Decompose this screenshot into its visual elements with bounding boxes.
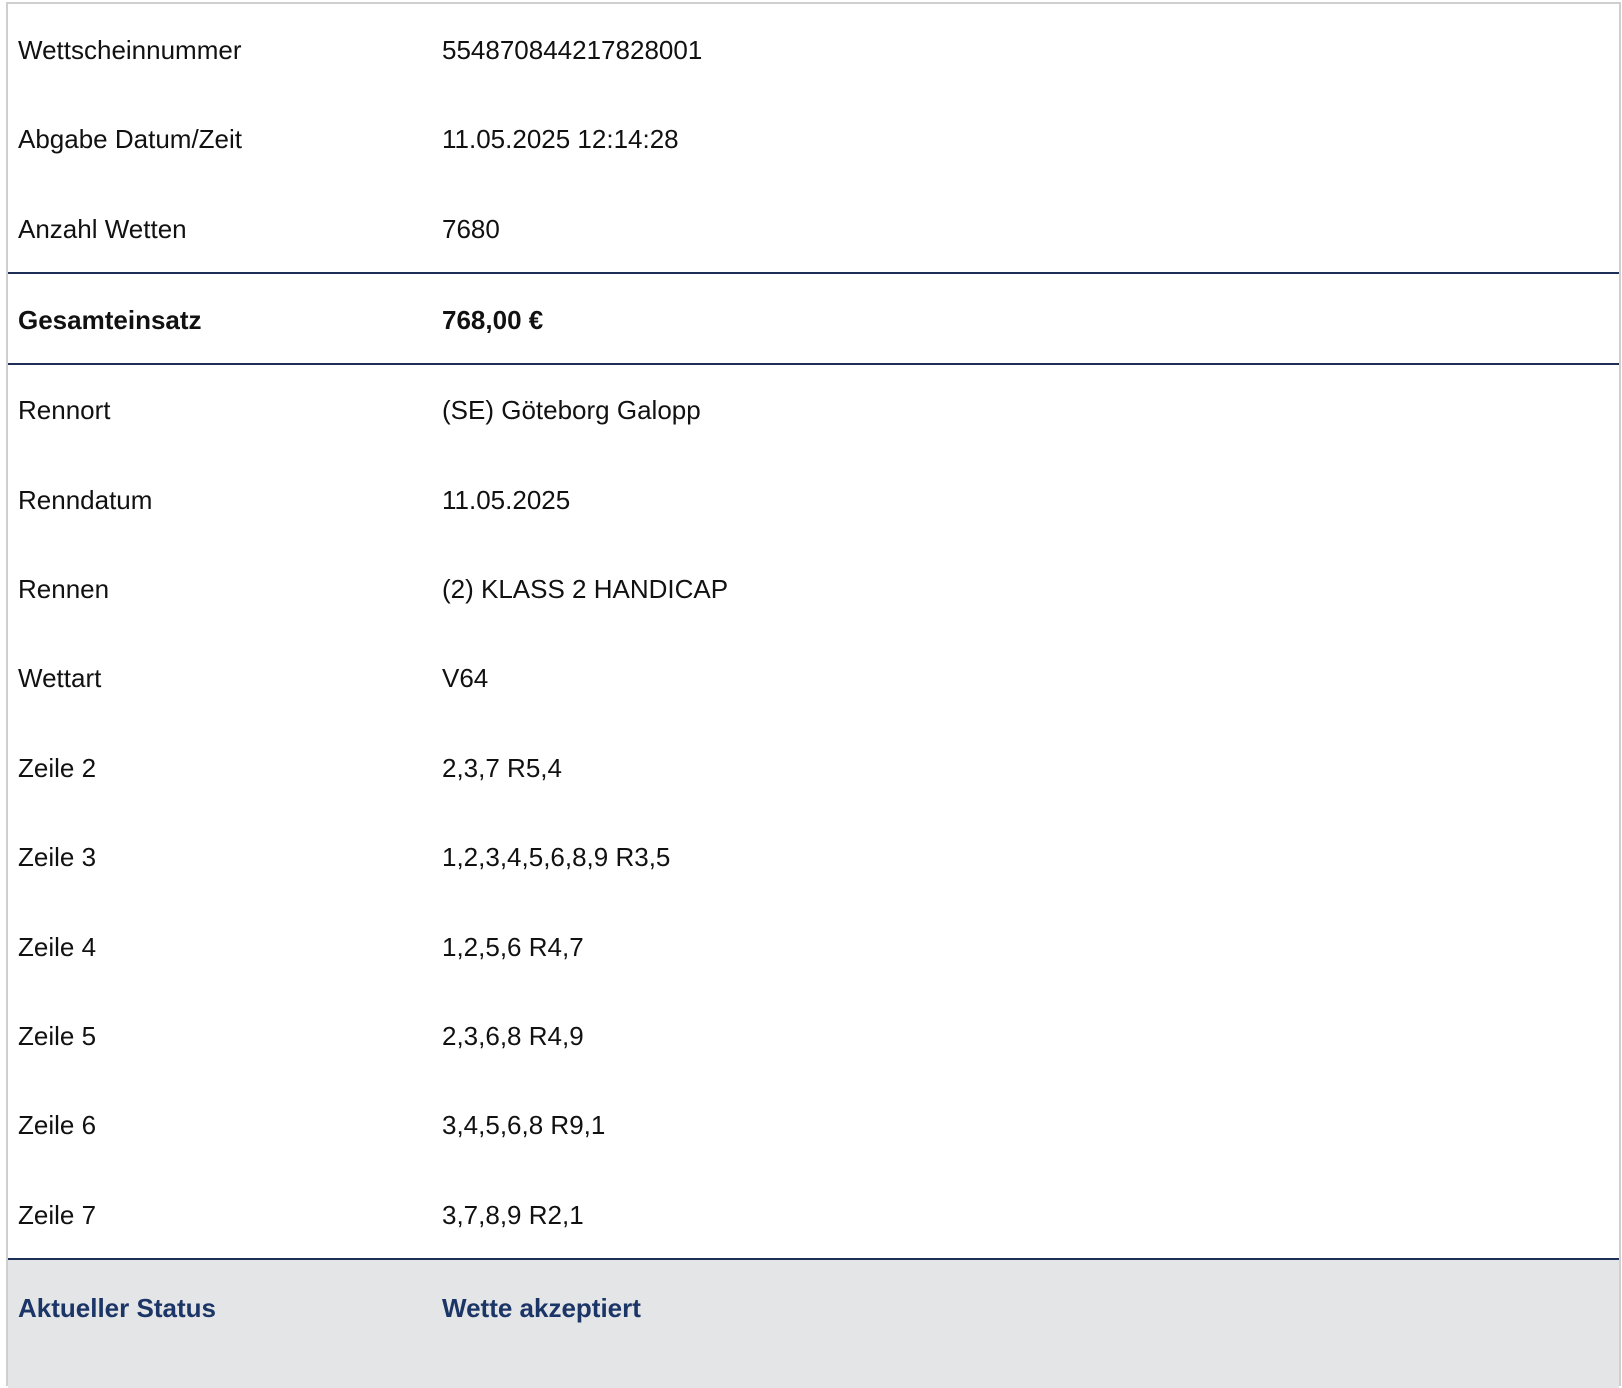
ticket-number-label: Wettscheinnummer (18, 35, 242, 65)
divider (8, 363, 1619, 365)
line-value: 1,2,5,6 R4,7 (442, 932, 584, 962)
race-row: Rennen (2) KLASS 2 HANDICAP (8, 571, 1619, 607)
bet-type-row: Wettart V64 (8, 660, 1619, 696)
venue-row: Rennort (SE) Göteborg Galopp (8, 392, 1619, 428)
line-label: Zeile 6 (18, 1110, 97, 1140)
race-date-value: 11.05.2025 (442, 485, 571, 515)
bet-receipt: Wettscheinnummer 554870844217828001 Abga… (6, 2, 1621, 1388)
line-label: Zeile 7 (18, 1200, 97, 1230)
line-value: 1,2,3,4,5,6,8,9 R3,5 (442, 842, 671, 872)
venue-label: Rennort (18, 395, 111, 425)
status-bar: Aktueller Status Wette akzeptiert (8, 1260, 1619, 1388)
line-row: Zeile 3 1,2,3,4,5,6,8,9 R3,5 (8, 839, 1619, 875)
line-row: Zeile 6 3,4,5,6,8 R9,1 (8, 1107, 1619, 1143)
line-value: 3,4,5,6,8 R9,1 (442, 1110, 606, 1140)
line-row: Zeile 7 3,7,8,9 R2,1 (8, 1197, 1619, 1233)
status-value: Wette akzeptiert (442, 1293, 641, 1323)
submitted-label: Abgabe Datum/Zeit (18, 124, 243, 154)
line-value: 2,3,6,8 R4,9 (442, 1021, 584, 1051)
bet-count-value: 7680 (442, 214, 500, 244)
venue-value: (SE) Göteborg Galopp (442, 395, 701, 425)
divider (8, 272, 1619, 274)
line-label: Zeile 2 (18, 753, 97, 783)
line-row: Zeile 2 2,3,7 R5,4 (8, 750, 1619, 786)
ticket-number-row: Wettscheinnummer 554870844217828001 (8, 32, 1619, 68)
submitted-value: 11.05.2025 12:14:28 (442, 124, 679, 154)
race-date-row: Renndatum 11.05.2025 (8, 482, 1619, 518)
line-value: 3,7,8,9 R2,1 (442, 1200, 584, 1230)
line-label: Zeile 4 (18, 932, 97, 962)
race-label: Rennen (18, 574, 110, 604)
ticket-number-value: 554870844217828001 (442, 35, 703, 65)
line-label: Zeile 5 (18, 1021, 97, 1051)
line-row: Zeile 5 2,3,6,8 R4,9 (8, 1018, 1619, 1054)
line-value: 2,3,7 R5,4 (442, 753, 562, 783)
race-date-label: Renndatum (18, 485, 153, 515)
submitted-row: Abgabe Datum/Zeit 11.05.2025 12:14:28 (8, 121, 1619, 157)
bet-count-row: Anzahl Wetten 7680 (8, 211, 1619, 247)
status-row: Aktueller Status Wette akzeptiert (8, 1290, 1619, 1326)
total-stake-label: Gesamteinsatz (18, 305, 202, 335)
bet-type-value: V64 (442, 663, 489, 693)
bet-type-label: Wettart (18, 663, 102, 693)
total-stake-value: 768,00 € (442, 305, 544, 335)
bet-count-label: Anzahl Wetten (18, 214, 187, 244)
total-stake-row: Gesamteinsatz 768,00 € (8, 302, 1619, 338)
line-row: Zeile 4 1,2,5,6 R4,7 (8, 929, 1619, 965)
status-label: Aktueller Status (18, 1293, 216, 1323)
race-value: (2) KLASS 2 HANDICAP (442, 574, 729, 604)
line-label: Zeile 3 (18, 842, 97, 872)
